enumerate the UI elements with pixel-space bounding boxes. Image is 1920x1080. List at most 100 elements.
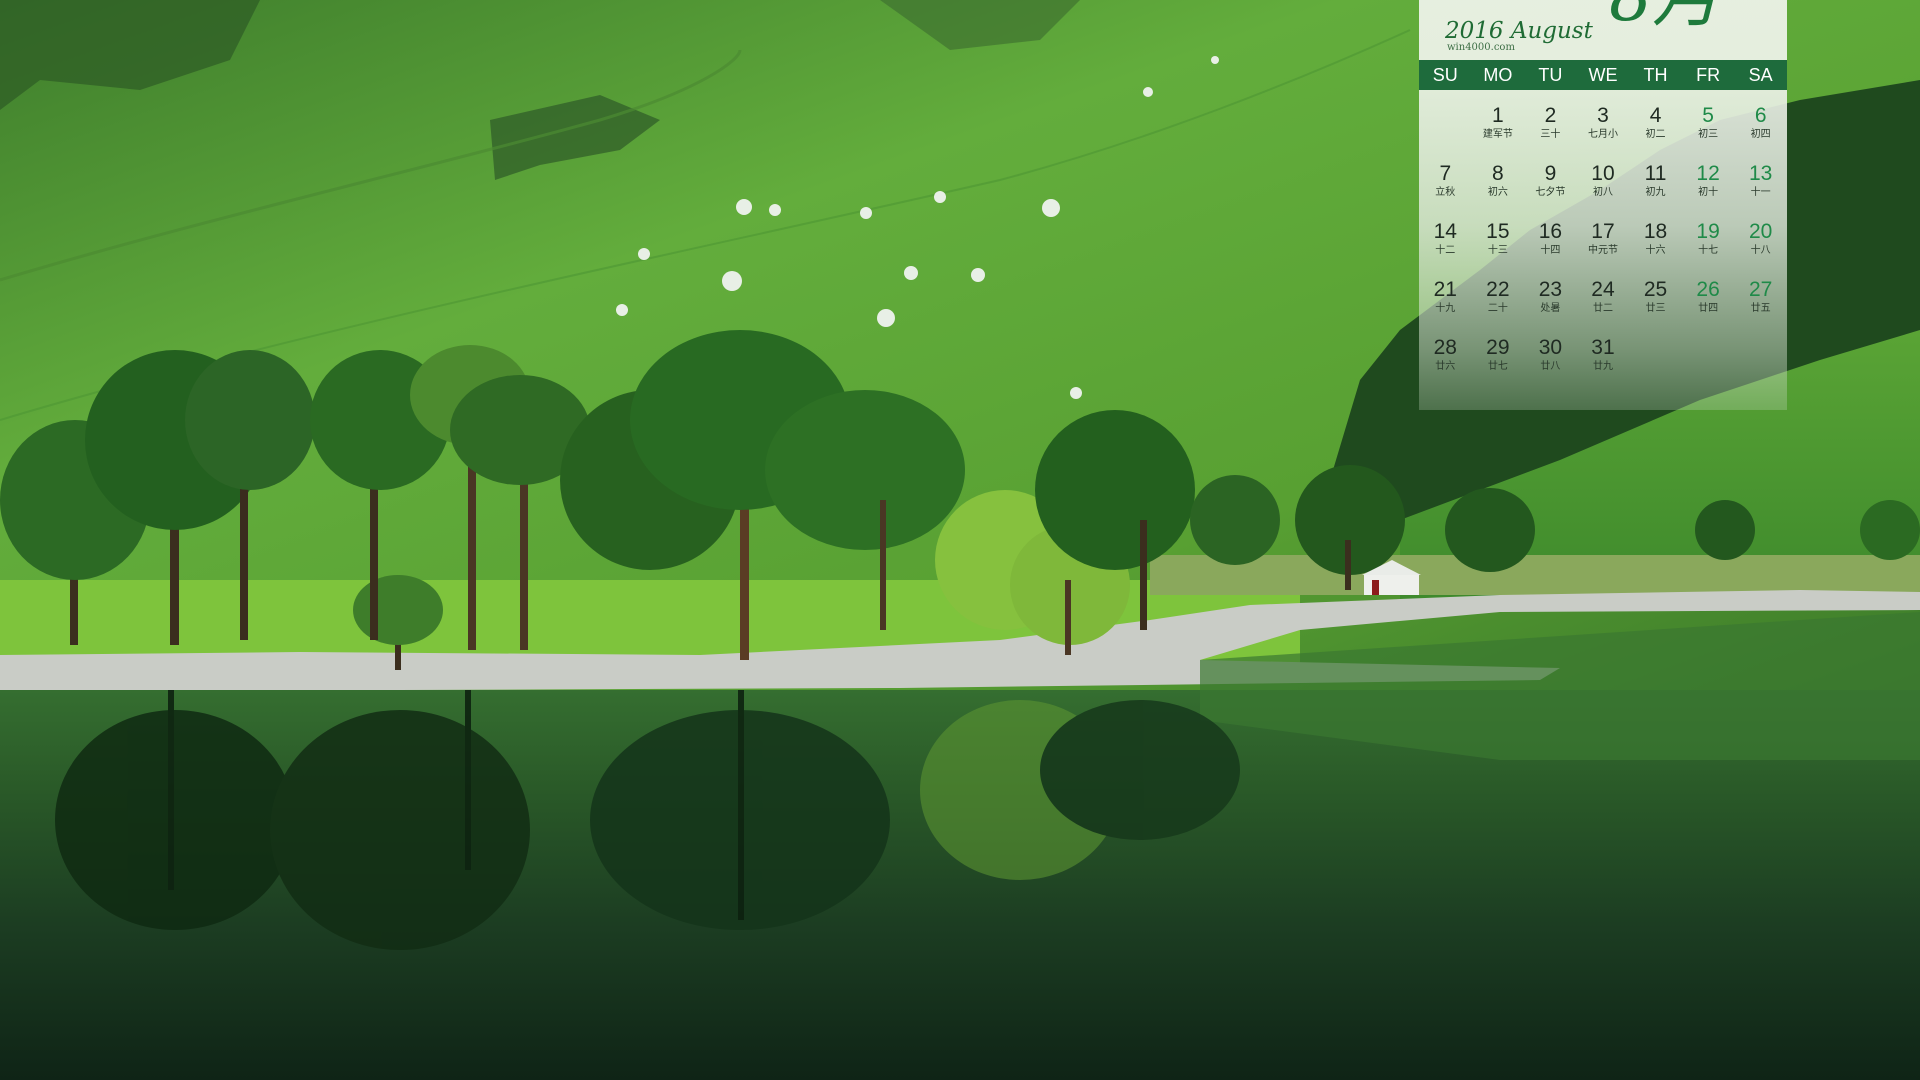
calendar-lunar-date: 十二 xyxy=(1435,245,1456,256)
calendar-lunar-date: 七夕节 xyxy=(1535,187,1566,198)
calendar-day-number: 17 xyxy=(1591,220,1615,243)
calendar-lunar-date: 处暑 xyxy=(1540,303,1561,314)
calendar-day-cell: 19 十七 xyxy=(1682,220,1735,278)
calendar-day-number: 6 xyxy=(1754,104,1767,127)
calendar-day-cell: 22 二十 xyxy=(1472,278,1525,336)
calendar-day-number: 5 xyxy=(1702,104,1714,127)
calendar-day-grid: 1 建军节 2 三十 3 七月小 4 初二 5 初三 6 初四 7 立秋 8 初六 9 七夕节 10 初八 11 初九 12… xyxy=(1419,104,1787,394)
calendar-lunar-date: 十四 xyxy=(1540,245,1561,256)
calendar-lunar-date: 廿三 xyxy=(1645,303,1666,314)
calendar-lunar-date: 廿五 xyxy=(1750,303,1771,314)
weekday-mo: MO xyxy=(1483,65,1513,85)
calendar-lunar-date: 十六 xyxy=(1645,245,1666,256)
calendar-week-row: 28 廿六 29 廿七 30 廿八 31 廿九 xyxy=(1419,336,1787,394)
calendar-header: 2016 August win4000.com 8月 xyxy=(1419,0,1787,60)
calendar-day-cell: 21 十九 xyxy=(1419,278,1472,336)
calendar-day-cell: 25 廿三 xyxy=(1629,278,1682,336)
calendar-day-cell: 20 十八 xyxy=(1734,220,1787,278)
calendar-lunar-date: 廿六 xyxy=(1435,361,1456,372)
calendar-week-row: 21 十九 22 二十 23 处暑 24 廿二 25 廿三 26 廿四 27 廿五 xyxy=(1419,278,1787,336)
calendar-day-cell xyxy=(1682,336,1735,394)
calendar-lunar-date: 中元节 xyxy=(1587,245,1618,256)
weekday-sa: SA xyxy=(1748,65,1773,85)
calendar-day-number: 13 xyxy=(1748,162,1773,185)
calendar-day-number: 24 xyxy=(1591,278,1615,301)
calendar-site: win4000.com xyxy=(1447,42,1515,53)
calendar-day-cell xyxy=(1419,104,1472,162)
calendar-day-cell: 16 十四 xyxy=(1524,220,1577,278)
calendar-lunar-date: 十一 xyxy=(1750,187,1771,198)
weekday-fr: FR xyxy=(1696,65,1721,85)
calendar-day-number: 25 xyxy=(1643,278,1668,301)
calendar-day-number: 16 xyxy=(1538,220,1563,243)
calendar-day-cell xyxy=(1629,336,1682,394)
calendar-day-cell: 30 廿八 xyxy=(1524,336,1577,394)
calendar-day-number: 12 xyxy=(1696,162,1720,185)
calendar-day-cell: 26 廿四 xyxy=(1682,278,1735,336)
weekday-su: SU xyxy=(1432,65,1458,85)
calendar-day-cell: 2 三十 xyxy=(1524,104,1577,162)
calendar-day-cell: 14 十二 xyxy=(1419,220,1472,278)
calendar-day-cell: 4 初二 xyxy=(1629,104,1682,162)
calendar-overlay: 2016 August win4000.com 8月 SU MO TU WE T… xyxy=(1419,0,1787,410)
calendar-day-number: 26 xyxy=(1696,278,1720,301)
calendar-day-number: 2 xyxy=(1544,104,1557,127)
calendar-lunar-date: 廿四 xyxy=(1698,303,1719,314)
calendar-day-number: 22 xyxy=(1486,278,1510,301)
calendar-lunar-date: 初四 xyxy=(1750,129,1771,140)
calendar-day-number: 9 xyxy=(1544,162,1557,185)
calendar-week-row: 14 十二 15 十三 16 十四 17 中元节 18 十六 19 十七 20 十八 xyxy=(1419,220,1787,278)
calendar-day-number: 10 xyxy=(1591,162,1615,185)
calendar-lunar-date: 初六 xyxy=(1487,187,1508,198)
calendar-week-row: 7 立秋 8 初六 9 七夕节 10 初八 11 初九 12 初十 13 十一 xyxy=(1419,162,1787,220)
calendar-weekday-bar: SU MO TU WE TH FR SA xyxy=(1419,60,1787,90)
weekday-th: TH xyxy=(1643,65,1668,85)
calendar-day-cell: 1 建军节 xyxy=(1472,104,1525,162)
calendar-day-cell: 12 初十 xyxy=(1682,162,1735,220)
calendar-day-cell: 6 初四 xyxy=(1734,104,1787,162)
calendar-lunar-date: 立秋 xyxy=(1435,187,1456,198)
calendar-lunar-date: 三十 xyxy=(1540,129,1561,140)
calendar-day-number: 19 xyxy=(1696,220,1720,243)
calendar-lunar-date: 初十 xyxy=(1698,187,1719,198)
calendar-day-cell: 27 廿五 xyxy=(1734,278,1787,336)
calendar-day-number: 4 xyxy=(1649,104,1662,127)
calendar-lunar-date: 建军节 xyxy=(1482,129,1513,140)
calendar-day-number: 31 xyxy=(1591,336,1615,359)
calendar-day-cell: 28 廿六 xyxy=(1419,336,1472,394)
calendar-day-cell: 5 初三 xyxy=(1682,104,1735,162)
calendar-lunar-date: 初二 xyxy=(1645,129,1666,140)
calendar-lunar-date: 十七 xyxy=(1698,245,1719,256)
calendar-day-cell: 9 七夕节 xyxy=(1524,162,1577,220)
calendar-day-number: 18 xyxy=(1643,220,1668,243)
calendar-lunar-date: 初三 xyxy=(1698,129,1719,140)
calendar-year-month: 2016 August xyxy=(1445,18,1593,44)
calendar-day-cell: 11 初九 xyxy=(1629,162,1682,220)
calendar-day-cell: 7 立秋 xyxy=(1419,162,1472,220)
calendar-lunar-date: 廿七 xyxy=(1487,361,1508,372)
calendar-day-number: 7 xyxy=(1439,162,1452,185)
calendar-day-cell: 18 十六 xyxy=(1629,220,1682,278)
calendar-day-cell: 10 初八 xyxy=(1577,162,1630,220)
calendar-lunar-date: 廿八 xyxy=(1540,361,1561,372)
calendar-day-number: 1 xyxy=(1492,104,1504,127)
calendar-lunar-date: 廿二 xyxy=(1592,303,1613,314)
calendar-day-cell: 29 廿七 xyxy=(1472,336,1525,394)
calendar-lunar-date: 二十 xyxy=(1487,303,1508,314)
calendar-lunar-date: 初九 xyxy=(1645,187,1666,198)
weekday-we: WE xyxy=(1588,65,1618,85)
calendar-day-number: 3 xyxy=(1597,104,1609,127)
weekday-tu: TU xyxy=(1538,65,1563,85)
calendar-day-cell: 13 十一 xyxy=(1734,162,1787,220)
calendar-day-cell: 23 处暑 xyxy=(1524,278,1577,336)
calendar-day-cell xyxy=(1734,336,1787,394)
calendar-day-cell: 17 中元节 xyxy=(1577,220,1630,278)
calendar-day-cell: 24 廿二 xyxy=(1577,278,1630,336)
calendar-day-number: 29 xyxy=(1486,336,1510,359)
calendar-day-cell: 3 七月小 xyxy=(1577,104,1630,162)
calendar-day-number: 15 xyxy=(1486,220,1510,243)
calendar-lunar-date: 十九 xyxy=(1435,303,1456,314)
calendar-day-number: 28 xyxy=(1433,336,1457,359)
calendar-day-cell: 8 初六 xyxy=(1472,162,1525,220)
calendar-day-number: 8 xyxy=(1492,162,1504,185)
